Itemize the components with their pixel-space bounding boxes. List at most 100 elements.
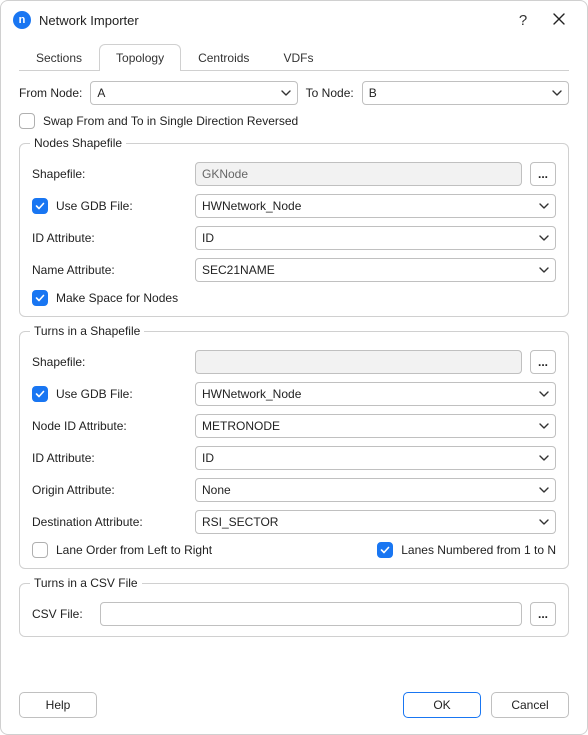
cancel-button-label: Cancel	[511, 698, 548, 712]
nodes-name-row: Name Attribute: SEC21NAME	[32, 258, 556, 282]
turns-use-gdb-checkbox[interactable]: Use GDB File:	[32, 386, 187, 402]
swap-row: Swap From and To in Single Direction Rev…	[19, 113, 569, 129]
turns-shapefile-browse-button[interactable]: ...	[530, 350, 556, 374]
lanes-numbered-checkbox[interactable]: Lanes Numbered from 1 to N	[377, 542, 556, 558]
window-title: Network Importer	[39, 13, 139, 28]
cancel-button[interactable]: Cancel	[491, 692, 569, 718]
origin-attr-label: Origin Attribute:	[32, 483, 187, 497]
ellipsis-icon: ...	[538, 167, 548, 181]
check-icon	[35, 201, 45, 211]
chevron-down-icon	[281, 88, 291, 98]
name-attr-label: Name Attribute:	[32, 263, 187, 277]
use-gdb-label: Use GDB File:	[56, 387, 133, 401]
help-button-label: Help	[46, 698, 71, 712]
tab-topology[interactable]: Topology	[99, 44, 181, 71]
from-node-value: A	[97, 86, 105, 100]
help-button[interactable]: Help	[19, 692, 97, 718]
nodes-shapefile-browse-button[interactable]: ...	[530, 162, 556, 186]
app-icon-letter: n	[19, 14, 26, 26]
nodes-shapefile-group: Nodes Shapefile Shapefile: GKNode ... Us…	[19, 143, 569, 317]
to-node-select[interactable]: B	[362, 81, 569, 105]
nodes-name-select[interactable]: SEC21NAME	[195, 258, 556, 282]
from-to-row: From Node: A To Node: B	[19, 81, 569, 105]
turns-nodeid-row: Node ID Attribute: METRONODE	[32, 414, 556, 438]
lane-order-checkbox[interactable]: Lane Order from Left to Right	[32, 542, 212, 558]
from-node-label: From Node:	[19, 86, 82, 100]
checkbox-box	[32, 386, 48, 402]
close-icon	[553, 12, 565, 28]
chevron-down-icon	[539, 233, 549, 243]
chevron-down-icon	[539, 485, 549, 495]
titlebar: n Network Importer ?	[1, 1, 587, 39]
turns-id-select[interactable]: ID	[195, 446, 556, 470]
chevron-down-icon	[539, 421, 549, 431]
nodes-id-select[interactable]: ID	[195, 226, 556, 250]
id-attr-label: ID Attribute:	[32, 231, 187, 245]
turns-shapefile-group: Turns in a Shapefile Shapefile: ... Use …	[19, 331, 569, 569]
turns-origin-value: None	[202, 483, 231, 497]
checkbox-box	[377, 542, 393, 558]
tab-sections[interactable]: Sections	[19, 44, 99, 71]
csv-file-browse-button[interactable]: ...	[530, 602, 556, 626]
nodes-gdb-row: Use GDB File: HWNetwork_Node	[32, 194, 556, 218]
csv-file-label: CSV File:	[32, 607, 92, 621]
use-gdb-label: Use GDB File:	[56, 199, 133, 213]
lane-order-label: Lane Order from Left to Right	[56, 543, 212, 557]
ok-button-label: OK	[433, 698, 450, 712]
help-titlebar-button[interactable]: ?	[505, 5, 541, 35]
tab-centroids[interactable]: Centroids	[181, 44, 266, 71]
close-button[interactable]	[541, 5, 577, 35]
dest-attr-label: Destination Attribute:	[32, 515, 187, 529]
content-area: Sections Topology Centroids VDFs From No…	[1, 39, 587, 682]
chevron-down-icon	[539, 389, 549, 399]
chevron-down-icon	[539, 517, 549, 527]
csv-file-field[interactable]	[100, 602, 522, 626]
checkbox-box	[32, 542, 48, 558]
turns-origin-select[interactable]: None	[195, 478, 556, 502]
swap-label: Swap From and To in Single Direction Rev…	[43, 114, 298, 128]
to-node-label: To Node:	[306, 86, 354, 100]
turns-gdb-select[interactable]: HWNetwork_Node	[195, 382, 556, 406]
nodes-use-gdb-checkbox[interactable]: Use GDB File:	[32, 198, 187, 214]
shapefile-label: Shapefile:	[32, 167, 187, 181]
question-icon: ?	[519, 12, 527, 29]
nodes-shapefile-value: GKNode	[202, 167, 248, 181]
nodes-shapefile-row: Shapefile: GKNode ...	[32, 162, 556, 186]
checkbox-box	[19, 113, 35, 129]
tab-vdfs[interactable]: VDFs	[266, 44, 330, 71]
swap-checkbox[interactable]: Swap From and To in Single Direction Rev…	[19, 113, 298, 129]
group-legend: Turns in a Shapefile	[30, 324, 144, 338]
check-icon	[35, 293, 45, 303]
turns-id-value: ID	[202, 451, 214, 465]
turns-dest-value: RSI_SECTOR	[202, 515, 278, 529]
make-space-label: Make Space for Nodes	[56, 291, 178, 305]
checkbox-box	[32, 198, 48, 214]
group-legend: Turns in a CSV File	[30, 576, 142, 590]
csv-file-row: CSV File: ...	[32, 602, 556, 626]
make-space-checkbox[interactable]: Make Space for Nodes	[32, 290, 178, 306]
ellipsis-icon: ...	[538, 607, 548, 621]
nodes-shapefile-field[interactable]: GKNode	[195, 162, 522, 186]
turns-shapefile-field[interactable]	[195, 350, 522, 374]
ok-button[interactable]: OK	[403, 692, 481, 718]
tab-bar: Sections Topology Centroids VDFs	[19, 43, 569, 71]
nodes-name-value: SEC21NAME	[202, 263, 275, 277]
node-id-attr-label: Node ID Attribute:	[32, 419, 187, 433]
turns-nodeid-select[interactable]: METRONODE	[195, 414, 556, 438]
group-legend: Nodes Shapefile	[30, 136, 126, 150]
chevron-down-icon	[539, 201, 549, 211]
turns-gdb-row: Use GDB File: HWNetwork_Node	[32, 382, 556, 406]
turns-dest-select[interactable]: RSI_SECTOR	[195, 510, 556, 534]
app-icon: n	[13, 11, 31, 29]
chevron-down-icon	[539, 265, 549, 275]
dialog-window: n Network Importer ? Sections Topology C…	[0, 0, 588, 735]
from-node-select[interactable]: A	[90, 81, 297, 105]
check-icon	[35, 389, 45, 399]
turns-origin-row: Origin Attribute: None	[32, 478, 556, 502]
turns-dest-row: Destination Attribute: RSI_SECTOR	[32, 510, 556, 534]
nodes-gdb-select[interactable]: HWNetwork_Node	[195, 194, 556, 218]
turns-shapefile-row: Shapefile: ...	[32, 350, 556, 374]
tab-label: Centroids	[198, 51, 249, 65]
chevron-down-icon	[539, 453, 549, 463]
chevron-down-icon	[552, 88, 562, 98]
